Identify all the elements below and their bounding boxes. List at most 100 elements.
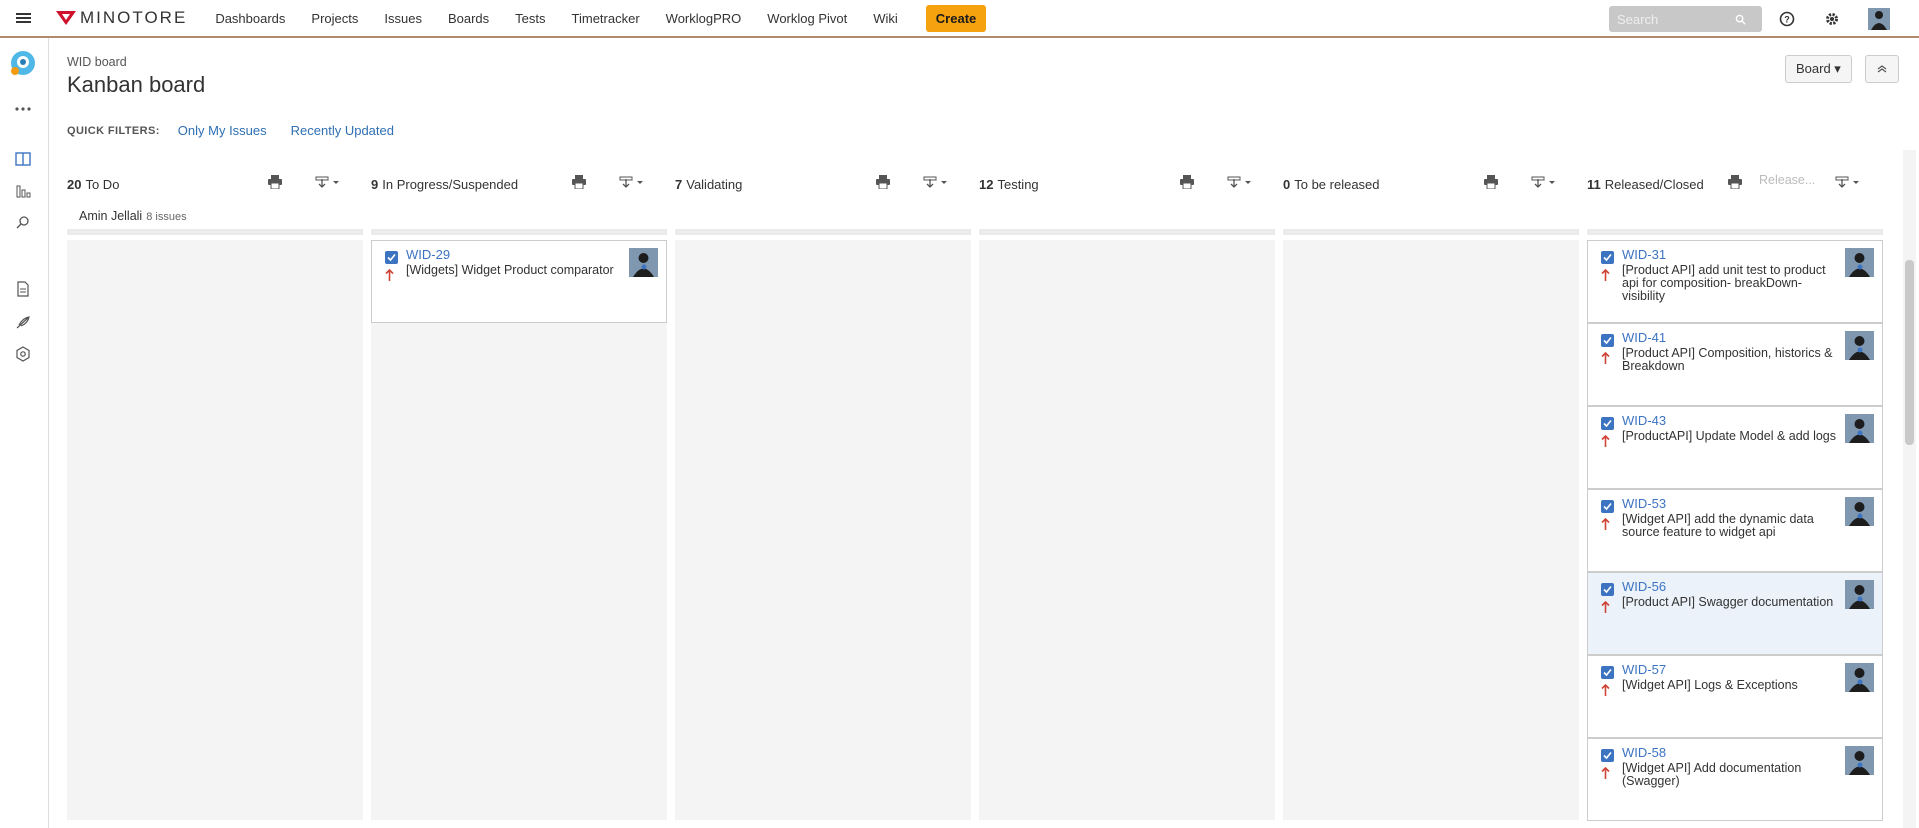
export-icon[interactable]	[923, 175, 949, 189]
lane-testing	[979, 240, 1275, 820]
project-sidebar	[0, 38, 49, 828]
issue-key[interactable]: WID-57	[1622, 662, 1666, 677]
column-header-toberelease: 0 To be released	[1283, 153, 1579, 237]
breadcrumb[interactable]: WID board	[67, 55, 127, 69]
column-header-testing: 12 Testing	[979, 153, 1275, 237]
assignee-avatar	[1845, 248, 1874, 277]
issue-card[interactable]: WID-43 [ProductAPI] Update Model & add l…	[1587, 406, 1883, 489]
issue-key[interactable]: WID-31	[1622, 247, 1666, 262]
column-divider	[979, 229, 1275, 235]
gear-icon[interactable]	[1821, 8, 1843, 30]
column-title: 11 Released/Closed	[1587, 177, 1704, 192]
release-link[interactable]: Release...	[1759, 173, 1815, 187]
issue-card[interactable]: WID-41 [Product API] Composition, histor…	[1587, 323, 1883, 406]
column-name: To Do	[85, 177, 120, 192]
issue-type-icon	[1601, 334, 1614, 347]
printer-icon[interactable]	[267, 175, 283, 189]
column-title: 9 In Progress/Suspended	[371, 177, 518, 192]
board-dropdown-button[interactable]: Board ▾	[1785, 55, 1852, 83]
help-icon[interactable]: ?	[1776, 8, 1798, 30]
search-input[interactable]	[1609, 11, 1735, 27]
issue-summary: [Product API] Swagger documentation	[1622, 595, 1834, 609]
pages-icon[interactable]	[12, 278, 34, 300]
project-avatar-icon[interactable]	[10, 50, 36, 76]
page-title: Kanban board	[67, 72, 206, 97]
export-icon[interactable]	[1835, 175, 1861, 189]
nav-dashboards[interactable]: Dashboards	[215, 11, 285, 26]
column-title: 7 Validating	[675, 177, 742, 192]
issue-summary: [Product API] Composition, historics & B…	[1622, 346, 1833, 373]
nav-worklogpro[interactable]: WorklogPRO	[666, 11, 742, 26]
column-header-inprogress: 9 In Progress/Suspended	[371, 153, 667, 237]
feather-icon[interactable]	[12, 311, 34, 333]
collapse-header-button[interactable]	[1865, 55, 1899, 83]
issue-card[interactable]: WID-56 [Product API] Swagger documentati…	[1587, 572, 1883, 655]
search-icon[interactable]	[1735, 14, 1746, 25]
export-icon[interactable]	[1227, 175, 1253, 189]
search-box[interactable]	[1609, 6, 1762, 32]
issue-summary: [Widget API] Add documentation (Swagger)	[1622, 761, 1802, 788]
issue-key[interactable]: WID-43	[1622, 413, 1666, 428]
user-avatar[interactable]	[1868, 8, 1890, 30]
issue-key[interactable]: WID-53	[1622, 496, 1666, 511]
issue-card[interactable]: WID-53 [Widget API] add the dynamic data…	[1587, 489, 1883, 572]
quick-filters-label: QUICK FILTERS:	[67, 124, 160, 137]
column-name: To be released	[1294, 177, 1380, 192]
issue-card[interactable]: WID-57 [Widget API] Logs & Exceptions	[1587, 655, 1883, 738]
issue-key[interactable]: WID-58	[1622, 745, 1666, 760]
filter-only-my-issues[interactable]: Only My Issues	[178, 123, 267, 138]
column-count: 7	[675, 177, 683, 192]
issue-key[interactable]: WID-56	[1622, 579, 1666, 594]
issue-card[interactable]: WID-31 [Product API] add unit test to pr…	[1587, 240, 1883, 323]
assignee-avatar	[1845, 414, 1874, 443]
logo[interactable]: MINOTORE	[56, 8, 187, 28]
issue-card[interactable]: WID-29 [Widgets] Widget Product comparat…	[371, 240, 667, 323]
nav-timetracker[interactable]: Timetracker	[572, 11, 640, 26]
priority-high-icon	[1601, 268, 1610, 286]
column-divider	[67, 229, 363, 235]
board-icon[interactable]	[12, 148, 34, 170]
priority-high-icon	[385, 268, 394, 286]
issue-summary: [Widget API] Logs & Exceptions	[1622, 678, 1798, 692]
lane-todo	[67, 240, 363, 820]
nav-worklog-pivot[interactable]: Worklog Pivot	[767, 11, 847, 26]
export-icon[interactable]	[619, 175, 645, 189]
menu-icon[interactable]	[0, 11, 46, 25]
printer-icon[interactable]	[1483, 175, 1499, 189]
export-icon[interactable]	[1531, 175, 1557, 189]
lane-released: WID-31 [Product API] add unit test to pr…	[1587, 240, 1883, 821]
issue-card[interactable]: WID-58 [Widget API] Add documentation (S…	[1587, 738, 1883, 821]
filter-recently-updated[interactable]: Recently Updated	[291, 123, 394, 138]
vertical-scrollbar[interactable]	[1903, 150, 1916, 828]
column-title: 20 To Do	[67, 177, 119, 192]
nav-wiki[interactable]: Wiki	[873, 11, 898, 26]
swimlane-header[interactable]: Amin Jellali 8 issues	[79, 209, 187, 223]
column-divider	[675, 229, 971, 235]
issue-key[interactable]: WID-29	[406, 247, 450, 262]
scrollbar-thumb[interactable]	[1905, 260, 1914, 445]
settings-icon[interactable]	[12, 343, 34, 365]
lane-inprogress: WID-29 [Widgets] Widget Product comparat…	[371, 240, 667, 820]
printer-icon[interactable]	[1179, 175, 1195, 189]
column-count: 11	[1587, 177, 1601, 192]
more-icon[interactable]	[12, 98, 34, 120]
column-header-todo: 20 To Do	[67, 153, 363, 237]
printer-icon[interactable]	[571, 175, 587, 189]
search-issues-icon[interactable]	[12, 212, 34, 234]
issue-key[interactable]: WID-41	[1622, 330, 1666, 345]
issue-type-icon	[1601, 749, 1614, 762]
nav-tests[interactable]: Tests	[515, 11, 545, 26]
nav-issues[interactable]: Issues	[384, 11, 422, 26]
priority-high-icon	[1601, 517, 1610, 535]
reports-icon[interactable]	[12, 180, 34, 202]
column-title: 0 To be released	[1283, 177, 1380, 192]
printer-icon[interactable]	[1727, 175, 1743, 189]
export-icon[interactable]	[315, 175, 341, 189]
lane-validating	[675, 240, 971, 820]
nav-projects[interactable]: Projects	[311, 11, 358, 26]
top-navigation-bar: MINOTORE Dashboards Projects Issues Boar…	[0, 0, 1919, 38]
create-button[interactable]: Create	[925, 4, 987, 32]
nav-boards[interactable]: Boards	[448, 11, 489, 26]
printer-icon[interactable]	[875, 175, 891, 189]
issue-type-icon	[385, 251, 398, 264]
